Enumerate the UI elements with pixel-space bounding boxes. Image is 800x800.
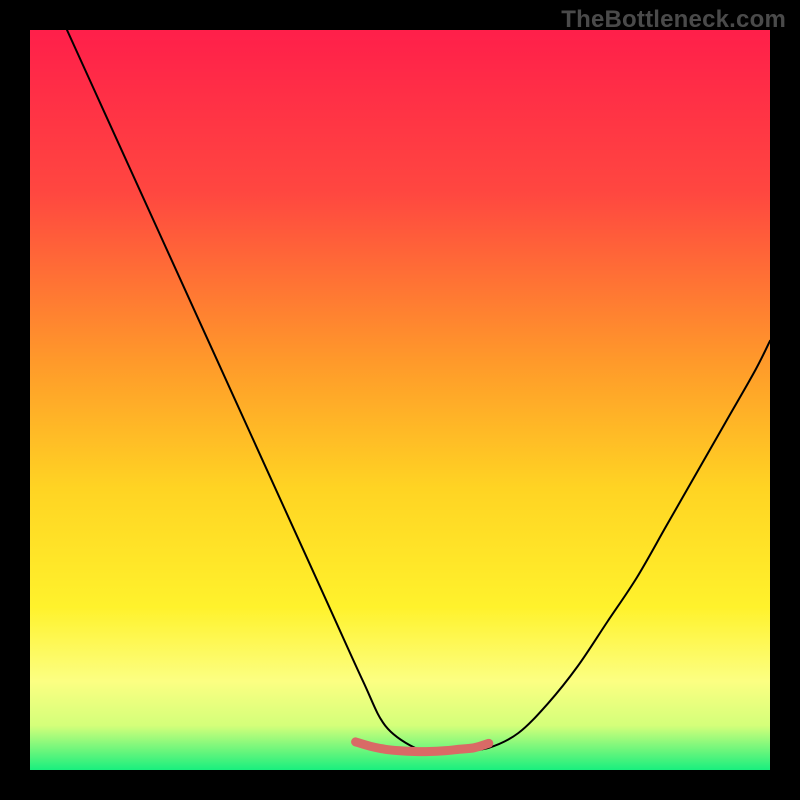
gradient-bg <box>30 30 770 770</box>
chart-frame: TheBottleneck.com <box>0 0 800 800</box>
watermark-text: TheBottleneck.com <box>561 6 786 34</box>
bottleneck-chart <box>30 30 770 770</box>
